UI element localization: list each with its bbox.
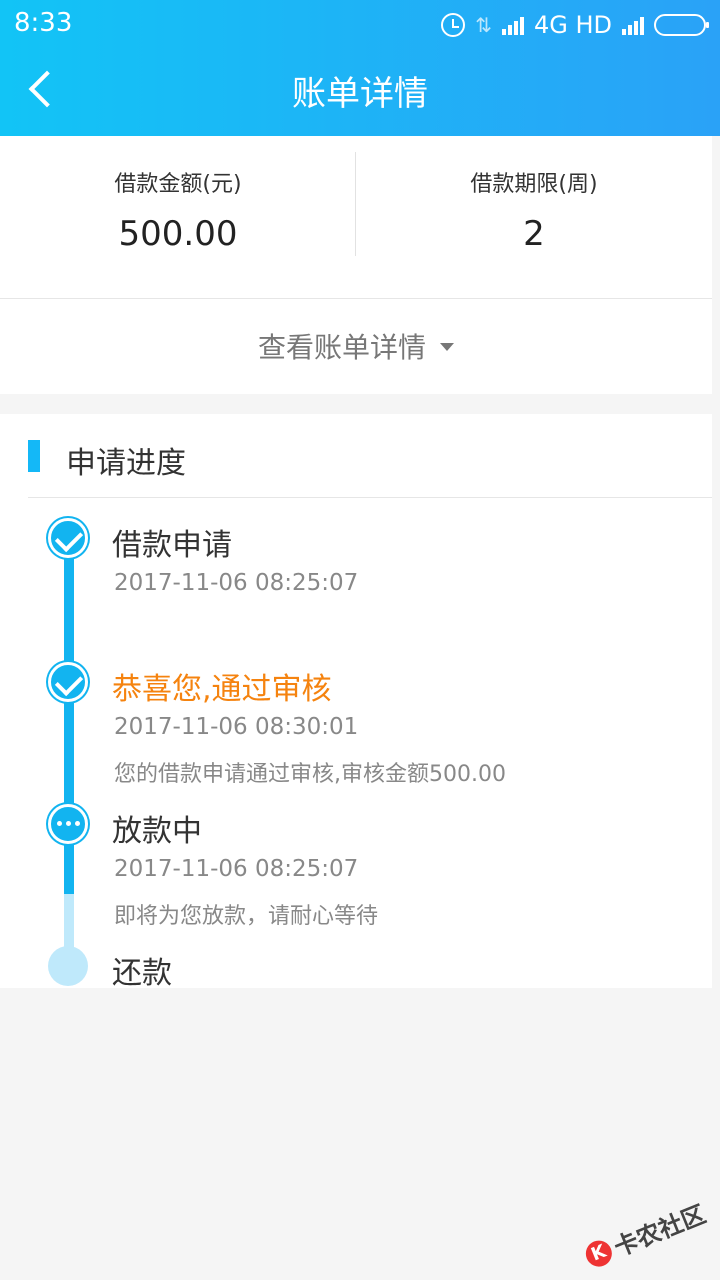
step-title: 恭喜您,通过审核	[112, 672, 332, 707]
watermark: K 卡农社区	[580, 1195, 710, 1275]
step-time: 2017-11-06 08:25:07	[114, 570, 359, 596]
step-title: 还款	[112, 956, 172, 991]
check-circle-icon	[48, 662, 88, 702]
status-time: 8:33	[14, 8, 73, 38]
kanong-logo-icon: K	[581, 1236, 616, 1271]
check-circle-icon	[48, 518, 88, 558]
view-bill-details-label: 查看账单详情	[257, 331, 426, 364]
loan-amount-value: 500.00	[118, 214, 238, 254]
pending-circle-icon	[48, 946, 88, 986]
loan-amount-label: 借款金额(元)	[114, 172, 242, 197]
watermark-text: 卡农社区	[610, 1200, 710, 1263]
application-progress-card: 申请进度 借款申请 2017-11-06 08:25:07 恭喜您,通过审核 2…	[0, 414, 712, 991]
loan-summary-card: 借款金额(元) 500.00 借款期限(周) 2 查看账单详情	[0, 136, 712, 394]
view-bill-details-button[interactable]: 查看账单详情	[0, 299, 712, 393]
battery-icon	[654, 14, 709, 36]
loan-term-label: 借款期限(周)	[470, 172, 598, 197]
loan-term-value: 2	[523, 214, 545, 254]
step-title: 放款中	[112, 814, 202, 849]
step-note: 即将为您放款，请耐心等待	[114, 904, 379, 929]
step-time: 2017-11-06 08:25:07	[114, 856, 359, 882]
loan-amount-block: 借款金额(元) 500.00	[0, 136, 356, 298]
signal-icon-2	[622, 15, 644, 35]
section-accent-bar	[28, 440, 40, 472]
caret-down-icon	[440, 343, 454, 351]
network-type: 4G HD	[533, 11, 612, 39]
step-title: 借款申请	[112, 528, 232, 563]
nav-bar: 账单详情	[0, 50, 720, 136]
status-icons: ⇅ 4G HD	[441, 8, 709, 42]
loan-term-block: 借款期限(周) 2	[356, 136, 712, 298]
status-bar: 8:33 ⇅ 4G HD	[0, 0, 720, 50]
page-title: 账单详情	[292, 74, 428, 114]
section-title: 申请进度	[66, 446, 186, 481]
section-divider	[28, 497, 712, 498]
data-transfer-icon: ⇅	[475, 13, 492, 37]
alarm-icon	[441, 13, 466, 37]
step-time: 2017-11-06 08:30:01	[114, 714, 359, 740]
step-note: 您的借款申请通过审核,审核金额500.00	[114, 762, 506, 787]
ellipsis-circle-icon	[48, 804, 88, 844]
signal-icon	[501, 15, 524, 35]
header-bar: 8:33 ⇅ 4G HD 账单详情	[0, 0, 720, 136]
